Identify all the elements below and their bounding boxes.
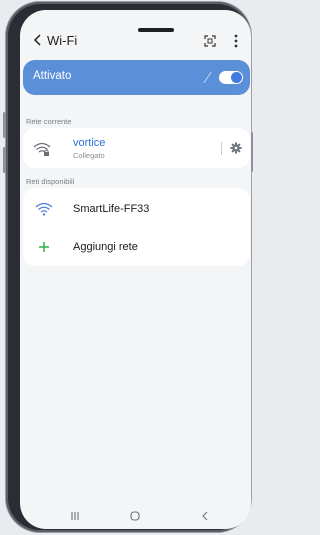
wifi-toggle-row[interactable]: Attivato <box>23 60 250 95</box>
plus-icon <box>39 242 49 252</box>
wifi-lock-icon <box>33 142 51 156</box>
divider <box>221 142 222 155</box>
current-network-status: Collegato <box>73 151 105 160</box>
add-network-label: Aggiungi rete <box>73 241 138 253</box>
system-nav-bar <box>20 505 251 529</box>
available-networks-card: SmartLife-FF33 Aggiungi rete <box>23 188 250 266</box>
wifi-switch[interactable] <box>219 71 243 84</box>
current-network-card: vortice Collegato <box>23 128 250 168</box>
home-icon[interactable] <box>128 509 142 523</box>
qr-scan-icon[interactable] <box>204 35 216 47</box>
page-title: Wi-Fi <box>47 33 78 48</box>
add-network-row[interactable]: Aggiungi rete <box>23 226 250 266</box>
network-row[interactable]: SmartLife-FF33 <box>23 188 250 226</box>
volume-button <box>3 112 6 138</box>
volume-button <box>3 147 6 173</box>
available-networks-section-label: Reti disponibili <box>26 177 75 186</box>
switch-knob <box>231 72 242 83</box>
phone-frame: Wi-Fi Attivato Rete corrente vortice Col… <box>3 2 253 532</box>
network-name: SmartLife-FF33 <box>73 203 150 215</box>
app-bar: Wi-Fi <box>20 26 251 54</box>
back-icon[interactable] <box>31 33 45 47</box>
recent-apps-icon[interactable] <box>68 509 82 523</box>
wifi-toggle-label: Attivato <box>33 70 72 82</box>
screen: Wi-Fi Attivato Rete corrente vortice Col… <box>20 10 251 529</box>
status-notch <box>138 28 174 32</box>
wifi-icon <box>35 202 53 216</box>
nav-back-icon[interactable] <box>198 509 212 523</box>
toggle-divider <box>203 71 212 84</box>
current-network-name[interactable]: vortice <box>73 137 105 149</box>
more-options-icon[interactable] <box>230 33 242 49</box>
current-network-section-label: Rete corrente <box>26 117 72 126</box>
gear-icon[interactable] <box>230 142 242 154</box>
